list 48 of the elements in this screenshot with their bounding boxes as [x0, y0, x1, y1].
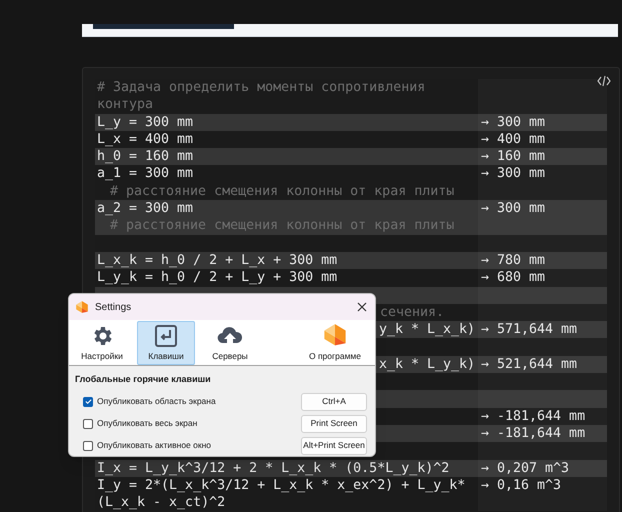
window-title: Settings — [95, 300, 132, 314]
shortcut-button[interactable]: Alt+Print Screen — [301, 436, 367, 454]
code-comment: # расстояние смещения колонны от края плиты — [110, 184, 454, 199]
code-line: x_k * L_y_k) — [379, 356, 476, 372]
code-line: a_2 = 300 mm — [97, 201, 194, 216]
app-logo-icon — [75, 300, 89, 314]
checkbox[interactable] — [83, 418, 93, 428]
code-line: h_0 = 160 mm — [97, 149, 194, 164]
checkbox-label: Опубликовать весь экран — [97, 417, 198, 430]
code-line: y_k * L_x_k) — [379, 322, 476, 338]
enter-key-icon — [154, 324, 178, 348]
result-value: → 300 mm — [481, 114, 546, 130]
code-line: L_y_k = h_0 / 2 + L_y + 300 mm — [97, 270, 338, 286]
logo-icon — [322, 322, 348, 348]
code-comment: сечения. — [380, 304, 444, 320]
result-value: → -181,644 mm — [481, 408, 586, 424]
checkbox-label: Опубликовать область экрана — [97, 395, 216, 408]
toolbar-tab[interactable]: Настройки — [73, 321, 131, 365]
section-heading: Глобальные горячие клавиши — [75, 373, 212, 386]
result-value: → 0,16 m^3 — [481, 478, 562, 493]
code-line: L_x = 400 mm — [97, 132, 194, 147]
code-line: a_1 = 300 mm — [97, 166, 194, 182]
checkbox[interactable] — [83, 440, 93, 450]
code-line: I_y = 2*(L_x_k^3/12 + L_x_k * x_ex^2) + L_y_k*(L_x_k - x_ct)^2 — [97, 478, 466, 510]
checkbox-label: Опубликовать активное окно — [97, 439, 212, 452]
result-value: → 521,644 mm — [481, 356, 578, 372]
close-icon[interactable] — [357, 302, 367, 312]
result-value: → 571,644 mm — [481, 322, 578, 338]
shortcut-button[interactable]: Ctrl+A — [301, 392, 367, 410]
result-value: → 160 mm — [481, 149, 546, 164]
code-line: L_y = 300 mm — [97, 114, 194, 130]
toolbar-tab[interactable]: Клавиши — [137, 321, 195, 365]
toolbar-tab[interactable]: О программе — [304, 321, 365, 365]
code-line: L_x_k = h_0 / 2 + L_x + 300 mm — [97, 252, 338, 268]
shortcut-button[interactable]: Print Screen — [301, 414, 367, 432]
result-value: → 0,207 m^3 — [481, 460, 570, 476]
toolbar-tab[interactable]: Серверы — [201, 321, 259, 365]
code-line: I_x = L_y_k^3/12 + 2 * L_x_k * (0.5*L_y_k)^2 — [97, 460, 450, 476]
result-value: → 300 mm — [481, 201, 546, 216]
result-value: → 300 mm — [481, 166, 546, 182]
checkbox[interactable] — [83, 396, 93, 406]
result-value: → 400 mm — [481, 132, 546, 147]
code-comment: # расстояние смещения колонны от края плиты — [110, 218, 454, 234]
code-icon[interactable] — [597, 75, 611, 87]
code-comment: # Задача определить моменты сопротивления контура — [97, 80, 426, 112]
result-value: → 680 mm — [481, 270, 546, 286]
result-value: → 780 mm — [481, 252, 546, 268]
result-value: → -181,644 mm — [481, 426, 586, 441]
